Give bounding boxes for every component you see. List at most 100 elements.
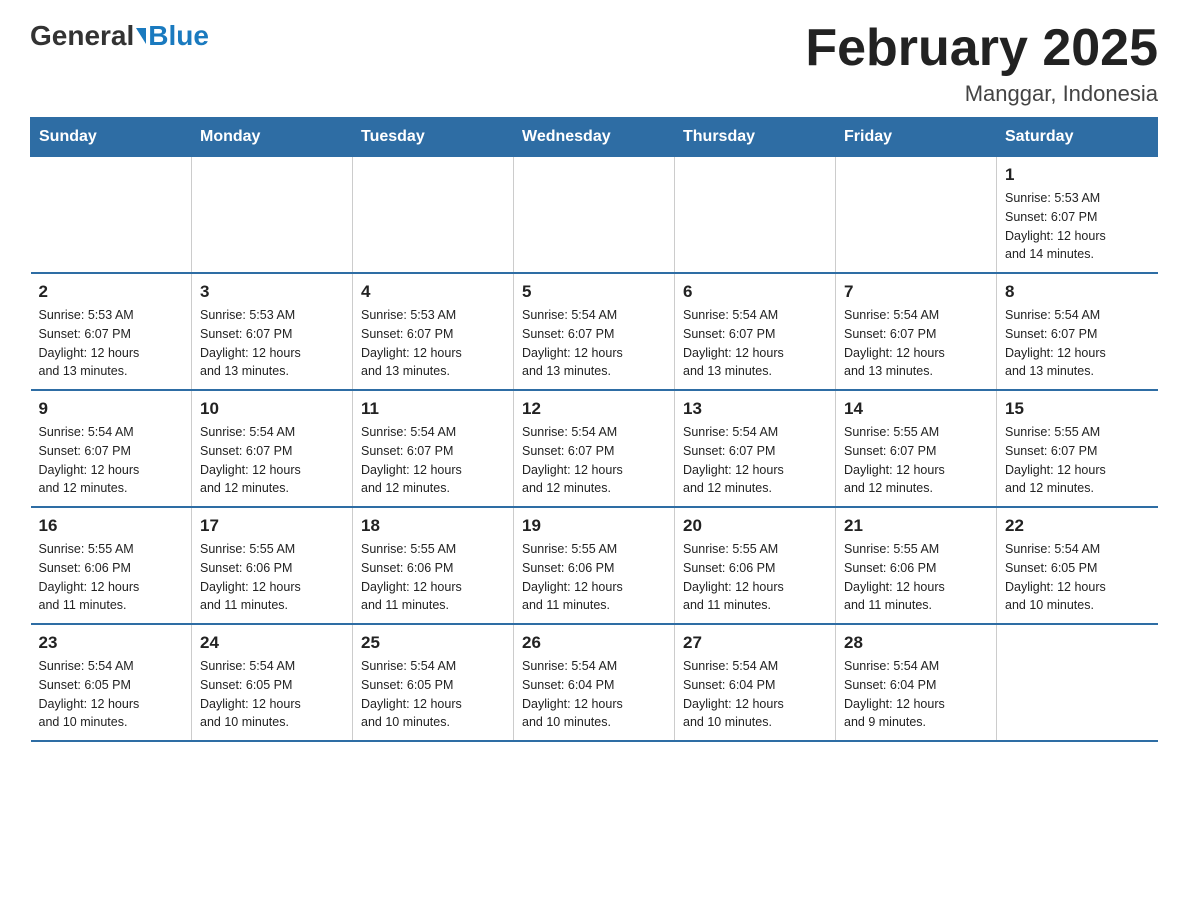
calendar-header: SundayMondayTuesdayWednesdayThursdayFrid… — [31, 118, 1158, 157]
calendar-cell: 12 Sunrise: 5:54 AM Sunset: 6:07 PM Dayli… — [514, 390, 675, 507]
day-header-saturday: Saturday — [997, 118, 1158, 157]
calendar-body: 1 Sunrise: 5:53 AM Sunset: 6:07 PM Daylig… — [31, 157, 1158, 742]
day-info: Sunrise: 5:53 AM Sunset: 6:07 PM Dayligh… — [361, 306, 505, 381]
day-info: Sunrise: 5:55 AM Sunset: 6:06 PM Dayligh… — [39, 540, 184, 615]
calendar-cell: 26 Sunrise: 5:54 AM Sunset: 6:04 PM Dayli… — [514, 624, 675, 741]
day-number: 4 — [361, 282, 505, 302]
day-number: 6 — [683, 282, 827, 302]
day-info: Sunrise: 5:54 AM Sunset: 6:07 PM Dayligh… — [1005, 306, 1150, 381]
calendar-cell: 11 Sunrise: 5:54 AM Sunset: 6:07 PM Dayli… — [353, 390, 514, 507]
day-info: Sunrise: 5:54 AM Sunset: 6:07 PM Dayligh… — [522, 306, 666, 381]
day-number: 14 — [844, 399, 988, 419]
days-of-week-row: SundayMondayTuesdayWednesdayThursdayFrid… — [31, 118, 1158, 157]
day-number: 19 — [522, 516, 666, 536]
calendar-cell — [514, 157, 675, 274]
day-info: Sunrise: 5:54 AM Sunset: 6:04 PM Dayligh… — [522, 657, 666, 732]
day-number: 18 — [361, 516, 505, 536]
day-header-monday: Monday — [192, 118, 353, 157]
calendar-cell: 22Sunrise: 5:54 AM Sunset: 6:05 PM Dayli… — [997, 507, 1158, 624]
calendar-cell: 4 Sunrise: 5:53 AM Sunset: 6:07 PM Daylig… — [353, 273, 514, 390]
calendar-cell: 19 Sunrise: 5:55 AM Sunset: 6:06 PM Dayli… — [514, 507, 675, 624]
day-number: 16 — [39, 516, 184, 536]
day-header-thursday: Thursday — [675, 118, 836, 157]
day-info: Sunrise: 5:55 AM Sunset: 6:07 PM Dayligh… — [844, 423, 988, 498]
day-number: 27 — [683, 633, 827, 653]
day-info: Sunrise: 5:54 AM Sunset: 6:07 PM Dayligh… — [683, 306, 827, 381]
calendar-cell: 6 Sunrise: 5:54 AM Sunset: 6:07 PM Daylig… — [675, 273, 836, 390]
day-info: Sunrise: 5:54 AM Sunset: 6:07 PM Dayligh… — [39, 423, 184, 498]
day-number: 7 — [844, 282, 988, 302]
day-number: 10 — [200, 399, 344, 419]
calendar-cell: 3 Sunrise: 5:53 AM Sunset: 6:07 PM Daylig… — [192, 273, 353, 390]
day-info: Sunrise: 5:54 AM Sunset: 6:07 PM Dayligh… — [522, 423, 666, 498]
day-info: Sunrise: 5:54 AM Sunset: 6:05 PM Dayligh… — [39, 657, 184, 732]
day-number: 23 — [39, 633, 184, 653]
day-header-sunday: Sunday — [31, 118, 192, 157]
calendar-cell: 25Sunrise: 5:54 AM Sunset: 6:05 PM Dayli… — [353, 624, 514, 741]
calendar-cell — [997, 624, 1158, 741]
day-info: Sunrise: 5:54 AM Sunset: 6:07 PM Dayligh… — [361, 423, 505, 498]
calendar-cell: 8 Sunrise: 5:54 AM Sunset: 6:07 PM Daylig… — [997, 273, 1158, 390]
day-info: Sunrise: 5:55 AM Sunset: 6:07 PM Dayligh… — [1005, 423, 1150, 498]
calendar-cell: 21Sunrise: 5:55 AM Sunset: 6:06 PM Dayli… — [836, 507, 997, 624]
week-row-2: 2 Sunrise: 5:53 AM Sunset: 6:07 PM Daylig… — [31, 273, 1158, 390]
day-number: 17 — [200, 516, 344, 536]
day-info: Sunrise: 5:54 AM Sunset: 6:07 PM Dayligh… — [683, 423, 827, 498]
day-info: Sunrise: 5:55 AM Sunset: 6:06 PM Dayligh… — [522, 540, 666, 615]
day-number: 3 — [200, 282, 344, 302]
calendar-cell: 24 Sunrise: 5:54 AM Sunset: 6:05 PM Dayli… — [192, 624, 353, 741]
calendar-cell: 16 Sunrise: 5:55 AM Sunset: 6:06 PM Dayli… — [31, 507, 192, 624]
calendar-cell: 9 Sunrise: 5:54 AM Sunset: 6:07 PM Daylig… — [31, 390, 192, 507]
day-info: Sunrise: 5:53 AM Sunset: 6:07 PM Dayligh… — [39, 306, 184, 381]
calendar-cell: 10 Sunrise: 5:54 AM Sunset: 6:07 PM Dayli… — [192, 390, 353, 507]
calendar-cell: 1 Sunrise: 5:53 AM Sunset: 6:07 PM Daylig… — [997, 157, 1158, 274]
day-info: Sunrise: 5:55 AM Sunset: 6:06 PM Dayligh… — [200, 540, 344, 615]
day-header-friday: Friday — [836, 118, 997, 157]
day-number: 21 — [844, 516, 988, 536]
calendar-cell — [192, 157, 353, 274]
day-info: Sunrise: 5:54 AM Sunset: 6:04 PM Dayligh… — [844, 657, 988, 732]
day-number: 5 — [522, 282, 666, 302]
day-number: 1 — [1005, 165, 1150, 185]
day-number: 26 — [522, 633, 666, 653]
day-number: 24 — [200, 633, 344, 653]
calendar-cell — [31, 157, 192, 274]
day-info: Sunrise: 5:53 AM Sunset: 6:07 PM Dayligh… — [200, 306, 344, 381]
calendar-cell — [675, 157, 836, 274]
day-number: 13 — [683, 399, 827, 419]
calendar-cell: 2 Sunrise: 5:53 AM Sunset: 6:07 PM Daylig… — [31, 273, 192, 390]
day-number: 12 — [522, 399, 666, 419]
calendar-cell: 13 Sunrise: 5:54 AM Sunset: 6:07 PM Dayli… — [675, 390, 836, 507]
calendar-cell: 28 Sunrise: 5:54 AM Sunset: 6:04 PM Dayli… — [836, 624, 997, 741]
day-number: 11 — [361, 399, 505, 419]
week-row-4: 16 Sunrise: 5:55 AM Sunset: 6:06 PM Dayli… — [31, 507, 1158, 624]
subtitle: Manggar, Indonesia — [805, 81, 1158, 107]
calendar-cell: 18 Sunrise: 5:55 AM Sunset: 6:06 PM Dayli… — [353, 507, 514, 624]
logo-blue-text: Blue — [148, 20, 209, 52]
day-info: Sunrise: 5:55 AM Sunset: 6:06 PM Dayligh… — [361, 540, 505, 615]
calendar-cell: 5 Sunrise: 5:54 AM Sunset: 6:07 PM Daylig… — [514, 273, 675, 390]
calendar-cell: 7 Sunrise: 5:54 AM Sunset: 6:07 PM Daylig… — [836, 273, 997, 390]
week-row-1: 1 Sunrise: 5:53 AM Sunset: 6:07 PM Daylig… — [31, 157, 1158, 274]
week-row-3: 9 Sunrise: 5:54 AM Sunset: 6:07 PM Daylig… — [31, 390, 1158, 507]
day-header-tuesday: Tuesday — [353, 118, 514, 157]
calendar-cell: 20Sunrise: 5:55 AM Sunset: 6:06 PM Dayli… — [675, 507, 836, 624]
day-number: 28 — [844, 633, 988, 653]
week-row-5: 23 Sunrise: 5:54 AM Sunset: 6:05 PM Dayli… — [31, 624, 1158, 741]
day-number: 2 — [39, 282, 184, 302]
calendar-cell: 15 Sunrise: 5:55 AM Sunset: 6:07 PM Dayli… — [997, 390, 1158, 507]
day-info: Sunrise: 5:54 AM Sunset: 6:07 PM Dayligh… — [844, 306, 988, 381]
day-info: Sunrise: 5:54 AM Sunset: 6:05 PM Dayligh… — [1005, 540, 1150, 615]
logo-general-text: General — [30, 20, 134, 52]
day-number: 9 — [39, 399, 184, 419]
title-section: February 2025 Manggar, Indonesia — [805, 20, 1158, 107]
day-number: 8 — [1005, 282, 1150, 302]
day-number: 15 — [1005, 399, 1150, 419]
page-header: General Blue February 2025 Manggar, Indo… — [30, 20, 1158, 107]
calendar-table: SundayMondayTuesdayWednesdayThursdayFrid… — [30, 117, 1158, 742]
calendar-cell: 27Sunrise: 5:54 AM Sunset: 6:04 PM Dayli… — [675, 624, 836, 741]
day-info: Sunrise: 5:53 AM Sunset: 6:07 PM Dayligh… — [1005, 189, 1150, 264]
day-info: Sunrise: 5:54 AM Sunset: 6:07 PM Dayligh… — [200, 423, 344, 498]
calendar-cell — [353, 157, 514, 274]
day-info: Sunrise: 5:54 AM Sunset: 6:05 PM Dayligh… — [200, 657, 344, 732]
